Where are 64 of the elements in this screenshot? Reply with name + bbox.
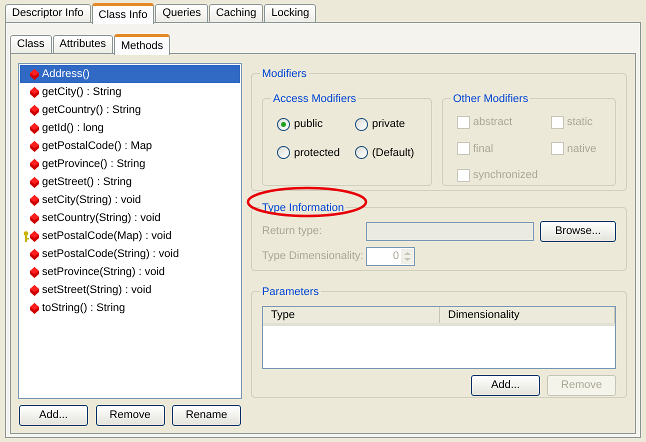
tab[interactable]: Class [10, 35, 52, 53]
radio-label: public [294, 117, 323, 132]
checkbox-label: native [567, 142, 596, 156]
method-item[interactable]: getStreet() : String [20, 173, 240, 191]
button[interactable]: Remove [96, 405, 164, 426]
method-icon [30, 158, 39, 170]
radio-button[interactable] [277, 118, 290, 131]
group-title: Access Modifiers [273, 93, 356, 105]
method-icon [30, 86, 39, 98]
checkbox-label: static [567, 115, 593, 130]
field-label: Type Dimensionality: [262, 248, 364, 264]
method-icon [30, 176, 39, 188]
tab[interactable]: Locking [264, 4, 316, 22]
button[interactable]: Add... [471, 375, 540, 396]
method-icon [30, 140, 39, 152]
method-item[interactable]: getId() : long [20, 119, 240, 137]
method-icon [30, 302, 39, 314]
checkbox-label: abstract [473, 115, 512, 130]
tab[interactable]: Queries [155, 4, 208, 22]
method-item[interactable]: getProvince() : String [20, 155, 240, 173]
radio-button[interactable] [277, 146, 290, 160]
method-item[interactable]: setStreet(String) : void [20, 281, 240, 299]
button[interactable]: Add... [19, 405, 88, 426]
tab[interactable]: Descriptor Info [5, 4, 91, 22]
column-header[interactable]: Type [263, 307, 440, 323]
tab[interactable]: Class Info [92, 3, 154, 24]
method-item[interactable]: setCity(String) : void [20, 191, 240, 209]
method-icon [30, 194, 39, 206]
spinner-arrows-icon [401, 248, 414, 264]
method-item[interactable]: setPostalCode(String) : void [20, 245, 240, 263]
checkbox-label: synchronized [473, 168, 538, 183]
method-item[interactable]: getCity() : String [20, 83, 240, 101]
radio-button[interactable] [355, 146, 368, 160]
method-item[interactable]: Address() [20, 65, 240, 83]
checkbox-label: final [473, 142, 494, 156]
tab[interactable]: Caching [208, 4, 264, 22]
method-item[interactable]: getPostalCode() : Map [20, 137, 240, 155]
method-item[interactable]: setPostalCode(Map) : void [20, 227, 240, 245]
method-item[interactable]: setProvince(String) : void [20, 263, 240, 281]
method-icon [30, 104, 39, 116]
method-icon [30, 68, 39, 80]
radio-button[interactable] [355, 118, 368, 131]
method-icon [30, 284, 39, 296]
method-icon [30, 266, 39, 278]
tab[interactable]: Attributes [52, 35, 113, 53]
method-icon [30, 230, 39, 242]
radio-label: protected [294, 146, 340, 160]
method-item[interactable]: toString() : String [20, 299, 240, 317]
method-item[interactable]: setCountry(String) : void [20, 209, 240, 227]
key-icon [23, 230, 29, 242]
radio-label: (Default) [372, 146, 414, 160]
method-item[interactable]: getCountry() : String [20, 101, 240, 119]
group-title: Parameters [262, 286, 319, 298]
method-icon [30, 212, 39, 224]
field-label: Return type: [262, 224, 323, 239]
group-title: Other Modifiers [453, 93, 528, 105]
column-header[interactable]: Dimensionality [440, 307, 615, 323]
group-title: Modifiers [262, 68, 307, 80]
button[interactable]: Rename [172, 405, 241, 426]
radio-label: private [372, 117, 406, 132]
tab[interactable]: Methods [114, 34, 170, 55]
method-icon [30, 122, 39, 134]
group-title: Type Information [262, 202, 344, 214]
method-icon [30, 248, 39, 260]
